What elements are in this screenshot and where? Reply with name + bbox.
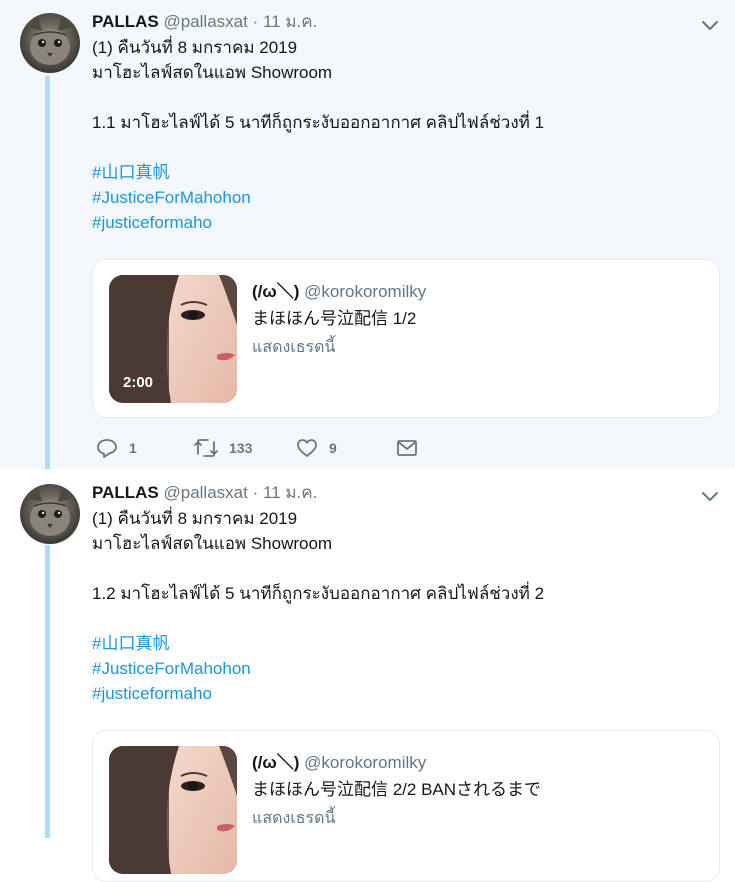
quoted-display-name: (/ω＼): [252, 753, 300, 772]
video-thumbnail[interactable]: [109, 746, 237, 874]
display-name[interactable]: PALLAS: [92, 483, 159, 502]
text-line: [92, 85, 544, 110]
avatar[interactable]: [20, 484, 80, 544]
chevron-down-icon[interactable]: [699, 485, 721, 507]
tweet-2[interactable]: PALLAS @pallasxat · 11 ม.ค. (1) คืนวันที…: [0, 469, 735, 882]
reply-icon: [97, 439, 117, 458]
text-line: มาโฮะไลฟ์สดในแอพ Showroom: [92, 534, 333, 553]
quoted-tweet-card[interactable]: (/ω＼) @korokoromilky まほほん号泣配信 2/2 BANされる…: [92, 730, 720, 882]
tweet-date[interactable]: 11 ม.ค.: [263, 483, 317, 502]
quoted-tweet-text: まほほん号泣配信 2/2 BANされるまで: [252, 780, 542, 799]
tweet-header: PALLAS @pallasxat · 11 ม.ค.: [92, 11, 317, 33]
text-line: [92, 606, 544, 631]
like-button[interactable]: 9: [295, 436, 337, 460]
text-line: [92, 556, 544, 581]
avatar[interactable]: [20, 13, 80, 73]
show-thread-link[interactable]: แสดงเธรดนี้: [252, 806, 335, 831]
hashtag-link[interactable]: #justiceformaho: [92, 210, 544, 235]
user-handle[interactable]: @pallasxat: [163, 12, 247, 31]
tweet-header: PALLAS @pallasxat · 11 ม.ค.: [92, 482, 317, 504]
like-icon: [297, 439, 317, 457]
hashtag-link[interactable]: #justiceformaho: [92, 681, 544, 706]
video-duration: 2:00: [123, 374, 154, 391]
hashtag-link[interactable]: #山口真帆: [92, 631, 544, 656]
show-thread-link[interactable]: แสดงเธรดนี้: [252, 335, 335, 360]
text-line: 1.2 มาโฮะไลฟ์ได้ 5 นาทีก็ถูกระงับออกอากา…: [92, 584, 545, 603]
retweet-count: 133: [229, 440, 253, 456]
like-count: 9: [329, 440, 337, 456]
text-line: (1) คืนวันที่ 8 มกราคม 2019: [92, 38, 298, 57]
dm-icon: [397, 440, 417, 456]
tweet-text: (1) คืนวันที่ 8 มกราคม 2019 มาโฮะไลฟ์สดใ…: [92, 35, 544, 235]
quoted-tweet-text: まほほん号泣配信 1/2: [252, 309, 417, 328]
hashtag-link[interactable]: #JusticeForMahohon: [92, 185, 544, 210]
video-thumbnail[interactable]: 2:00: [109, 275, 237, 403]
quoted-tweet-header: (/ω＼) @korokoromilky: [252, 277, 426, 302]
retweet-button[interactable]: 133: [193, 436, 252, 460]
text-line: มาโฮะไลฟ์สดในแอพ Showroom: [92, 63, 333, 82]
tweet-actions: 1 133 9: [95, 436, 425, 460]
reply-count: 1: [129, 440, 137, 456]
separator-dot: ·: [252, 12, 259, 31]
hashtag-link[interactable]: #JusticeForMahohon: [92, 656, 544, 681]
quoted-user-handle: @korokoromilky: [304, 753, 427, 772]
direct-message-button[interactable]: [395, 436, 419, 460]
thread-line: [45, 76, 50, 469]
chevron-down-icon[interactable]: [699, 14, 721, 36]
quoted-user-handle: @korokoromilky: [304, 282, 427, 301]
text-line: 1.1 มาโฮะไลฟ์ได้ 5 นาทีก็ถูกระงับออกอากา…: [92, 113, 545, 132]
tweet-date[interactable]: 11 ม.ค.: [263, 12, 317, 31]
thread-line: [45, 545, 50, 838]
display-name[interactable]: PALLAS: [92, 12, 159, 31]
separator-dot: ·: [252, 483, 259, 502]
text-line: [92, 135, 544, 160]
quoted-display-name: (/ω＼): [252, 282, 300, 301]
hashtag-link[interactable]: #山口真帆: [92, 160, 544, 185]
quoted-tweet-header: (/ω＼) @korokoromilky: [252, 748, 426, 773]
reply-button[interactable]: 1: [95, 436, 137, 460]
quoted-tweet-card[interactable]: 2:00 (/ω＼) @korokoromilky まほほん号泣配信 1/2 แ…: [92, 259, 720, 418]
tweet-1[interactable]: PALLAS @pallasxat · 11 ม.ค. (1) คืนวันที…: [0, 0, 735, 469]
retweet-icon: [194, 439, 218, 457]
user-handle[interactable]: @pallasxat: [163, 483, 247, 502]
text-line: (1) คืนวันที่ 8 มกราคม 2019: [92, 509, 298, 528]
tweet-text: (1) คืนวันที่ 8 มกราคม 2019 มาโฮะไลฟ์สดใ…: [92, 506, 544, 706]
